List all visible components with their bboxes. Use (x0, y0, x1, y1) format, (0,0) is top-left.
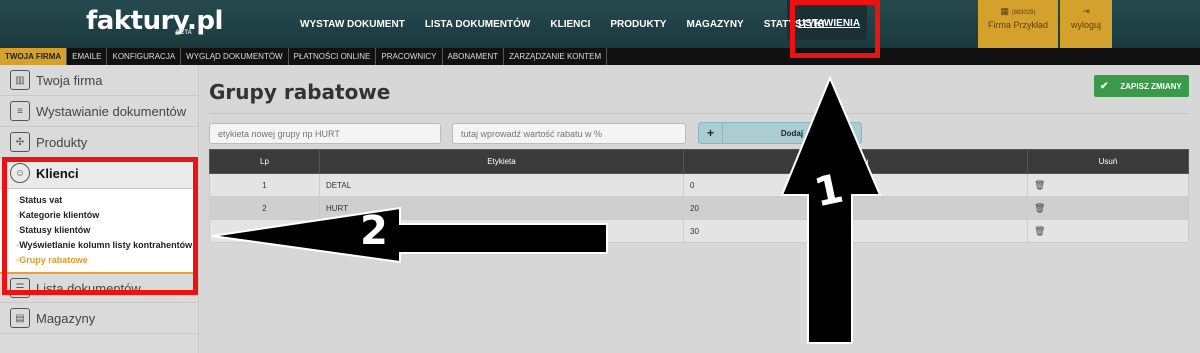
cell-value[interactable]: 0 (683, 173, 1028, 197)
app-logo[interactable]: faktury.pl (86, 6, 223, 36)
puzzle-icon: ✣ (10, 132, 30, 152)
save-changes-button[interactable]: ✔ ZAPISZ ZMIANY (1094, 75, 1189, 97)
plus-icon: + (699, 123, 723, 143)
annotation-number-2: 2 (360, 208, 388, 254)
firm-button[interactable]: ▦ (883029) Firma Przykład (978, 0, 1058, 48)
sidebar-item-label: Produkty (36, 134, 88, 150)
col-etykieta: Etykieta (319, 149, 684, 174)
highlight-box-ustawienia (790, 0, 880, 58)
col-rabatu: Rabatu (683, 149, 1028, 174)
cell-label[interactable]: DETAL (319, 173, 684, 197)
beta-badge: BETA (176, 30, 192, 36)
divider (209, 113, 1189, 114)
subnav-wyglad-dokumentow[interactable]: WYGLĄD DOKUMENTÓW (181, 48, 289, 65)
sidebar-item-twoja-firma[interactable]: ▥ Twoja firma (0, 65, 198, 96)
building-icon: ▦ (883029) (1000, 6, 1036, 16)
discount-groups-table: Lp Etykieta Rabatu Usuń 1 DETAL 0 🗑 2 HU… (209, 149, 1189, 243)
check-icon: ✔ (1100, 80, 1109, 92)
cell-value[interactable]: 20 (683, 196, 1028, 220)
sidebar-item-label: Magazyny (36, 310, 96, 326)
nav-wystaw-dokument[interactable]: WYSTAW DOKUMENT (300, 19, 405, 30)
nav-produkty[interactable]: PRODUKTY (610, 19, 666, 30)
subnav-twoja-firma[interactable]: TWOJA FIRMA (0, 48, 68, 65)
main-content: Grupy rabatowe ✔ ZAPISZ ZMIANY + Dodaj L… (200, 65, 1200, 353)
group-label-input[interactable] (209, 123, 441, 144)
discount-value-input[interactable] (452, 123, 686, 144)
logout-button[interactable]: ⇥ wyloguj (1060, 0, 1112, 48)
save-label: ZAPISZ ZMIANY (1120, 81, 1182, 91)
add-group-button[interactable]: + Dodaj (698, 122, 862, 144)
warehouse-icon: ▤ (10, 308, 30, 328)
nav-klienci[interactable]: KLIENCI (550, 19, 590, 30)
highlight-box-klienci (2, 157, 198, 295)
col-lp: Lp (209, 149, 320, 174)
page-title: Grupy rabatowe (209, 80, 391, 104)
bank-icon: ▥ (10, 70, 30, 90)
firm-id: (883029) (1011, 10, 1036, 16)
settings-subnav: TWOJA FIRMA EMAILE KONFIGURACJA WYGLĄD D… (0, 48, 1200, 65)
add-label: Dodaj (780, 128, 804, 138)
document-icon: ≡ (10, 101, 30, 121)
table-row: 3 30 🗑 (209, 219, 1189, 243)
firm-name: Firma Przykład (987, 20, 1048, 30)
subnav-abonament[interactable]: ABONAMENT (443, 48, 505, 65)
subnav-emaile[interactable]: EMAILE (67, 48, 108, 65)
cell-lp: 1 (209, 173, 320, 197)
logout-icon: ⇥ (1082, 6, 1090, 16)
sidebar-item-label: Wystawianie dokumentów (36, 103, 187, 119)
sidebar-item-label: Twoja firma (36, 72, 103, 88)
table-row: 1 DETAL 0 🗑 (209, 173, 1189, 197)
table-header-row: Lp Etykieta Rabatu Usuń (209, 149, 1189, 174)
main-nav: WYSTAW DOKUMENT LISTA DOKUMENTÓW KLIENCI… (300, 0, 860, 48)
nav-lista-dokumentow[interactable]: LISTA DOKUMENTÓW (425, 19, 531, 30)
sidebar-item-magazyny[interactable]: ▤ Magazyny (0, 303, 198, 334)
trash-icon[interactable]: 🗑 (1034, 226, 1045, 236)
cell-value[interactable]: 30 (683, 219, 1028, 243)
table-row: 2 HURT 20 🗑 (209, 196, 1189, 220)
sidebar-item-produkty[interactable]: ✣ Produkty (0, 127, 198, 158)
cell-lp: 2 (209, 196, 320, 220)
subnav-platnosci-online[interactable]: PŁATNOŚCI ONLINE (289, 48, 377, 65)
nav-magazyny[interactable]: MAGAZYNY (686, 19, 743, 30)
subnav-zarzadzanie-kontem[interactable]: ZARZĄDZANIE KONTEM (504, 48, 608, 65)
top-navigation-bar: faktury.pl BETA WYSTAW DOKUMENT LISTA DO… (0, 0, 1200, 48)
subnav-konfiguracja[interactable]: KONFIGURACJA (107, 48, 182, 65)
sidebar-item-wystawianie[interactable]: ≡ Wystawianie dokumentów (0, 96, 198, 127)
col-usun: Usuń (1027, 149, 1189, 174)
cell-lp: 3 (209, 219, 320, 243)
subnav-pracownicy[interactable]: PRACOWNICY (376, 48, 443, 65)
logout-label: wyloguj (1070, 20, 1101, 30)
trash-icon[interactable]: 🗑 (1034, 203, 1045, 213)
trash-icon[interactable]: 🗑 (1034, 180, 1045, 190)
